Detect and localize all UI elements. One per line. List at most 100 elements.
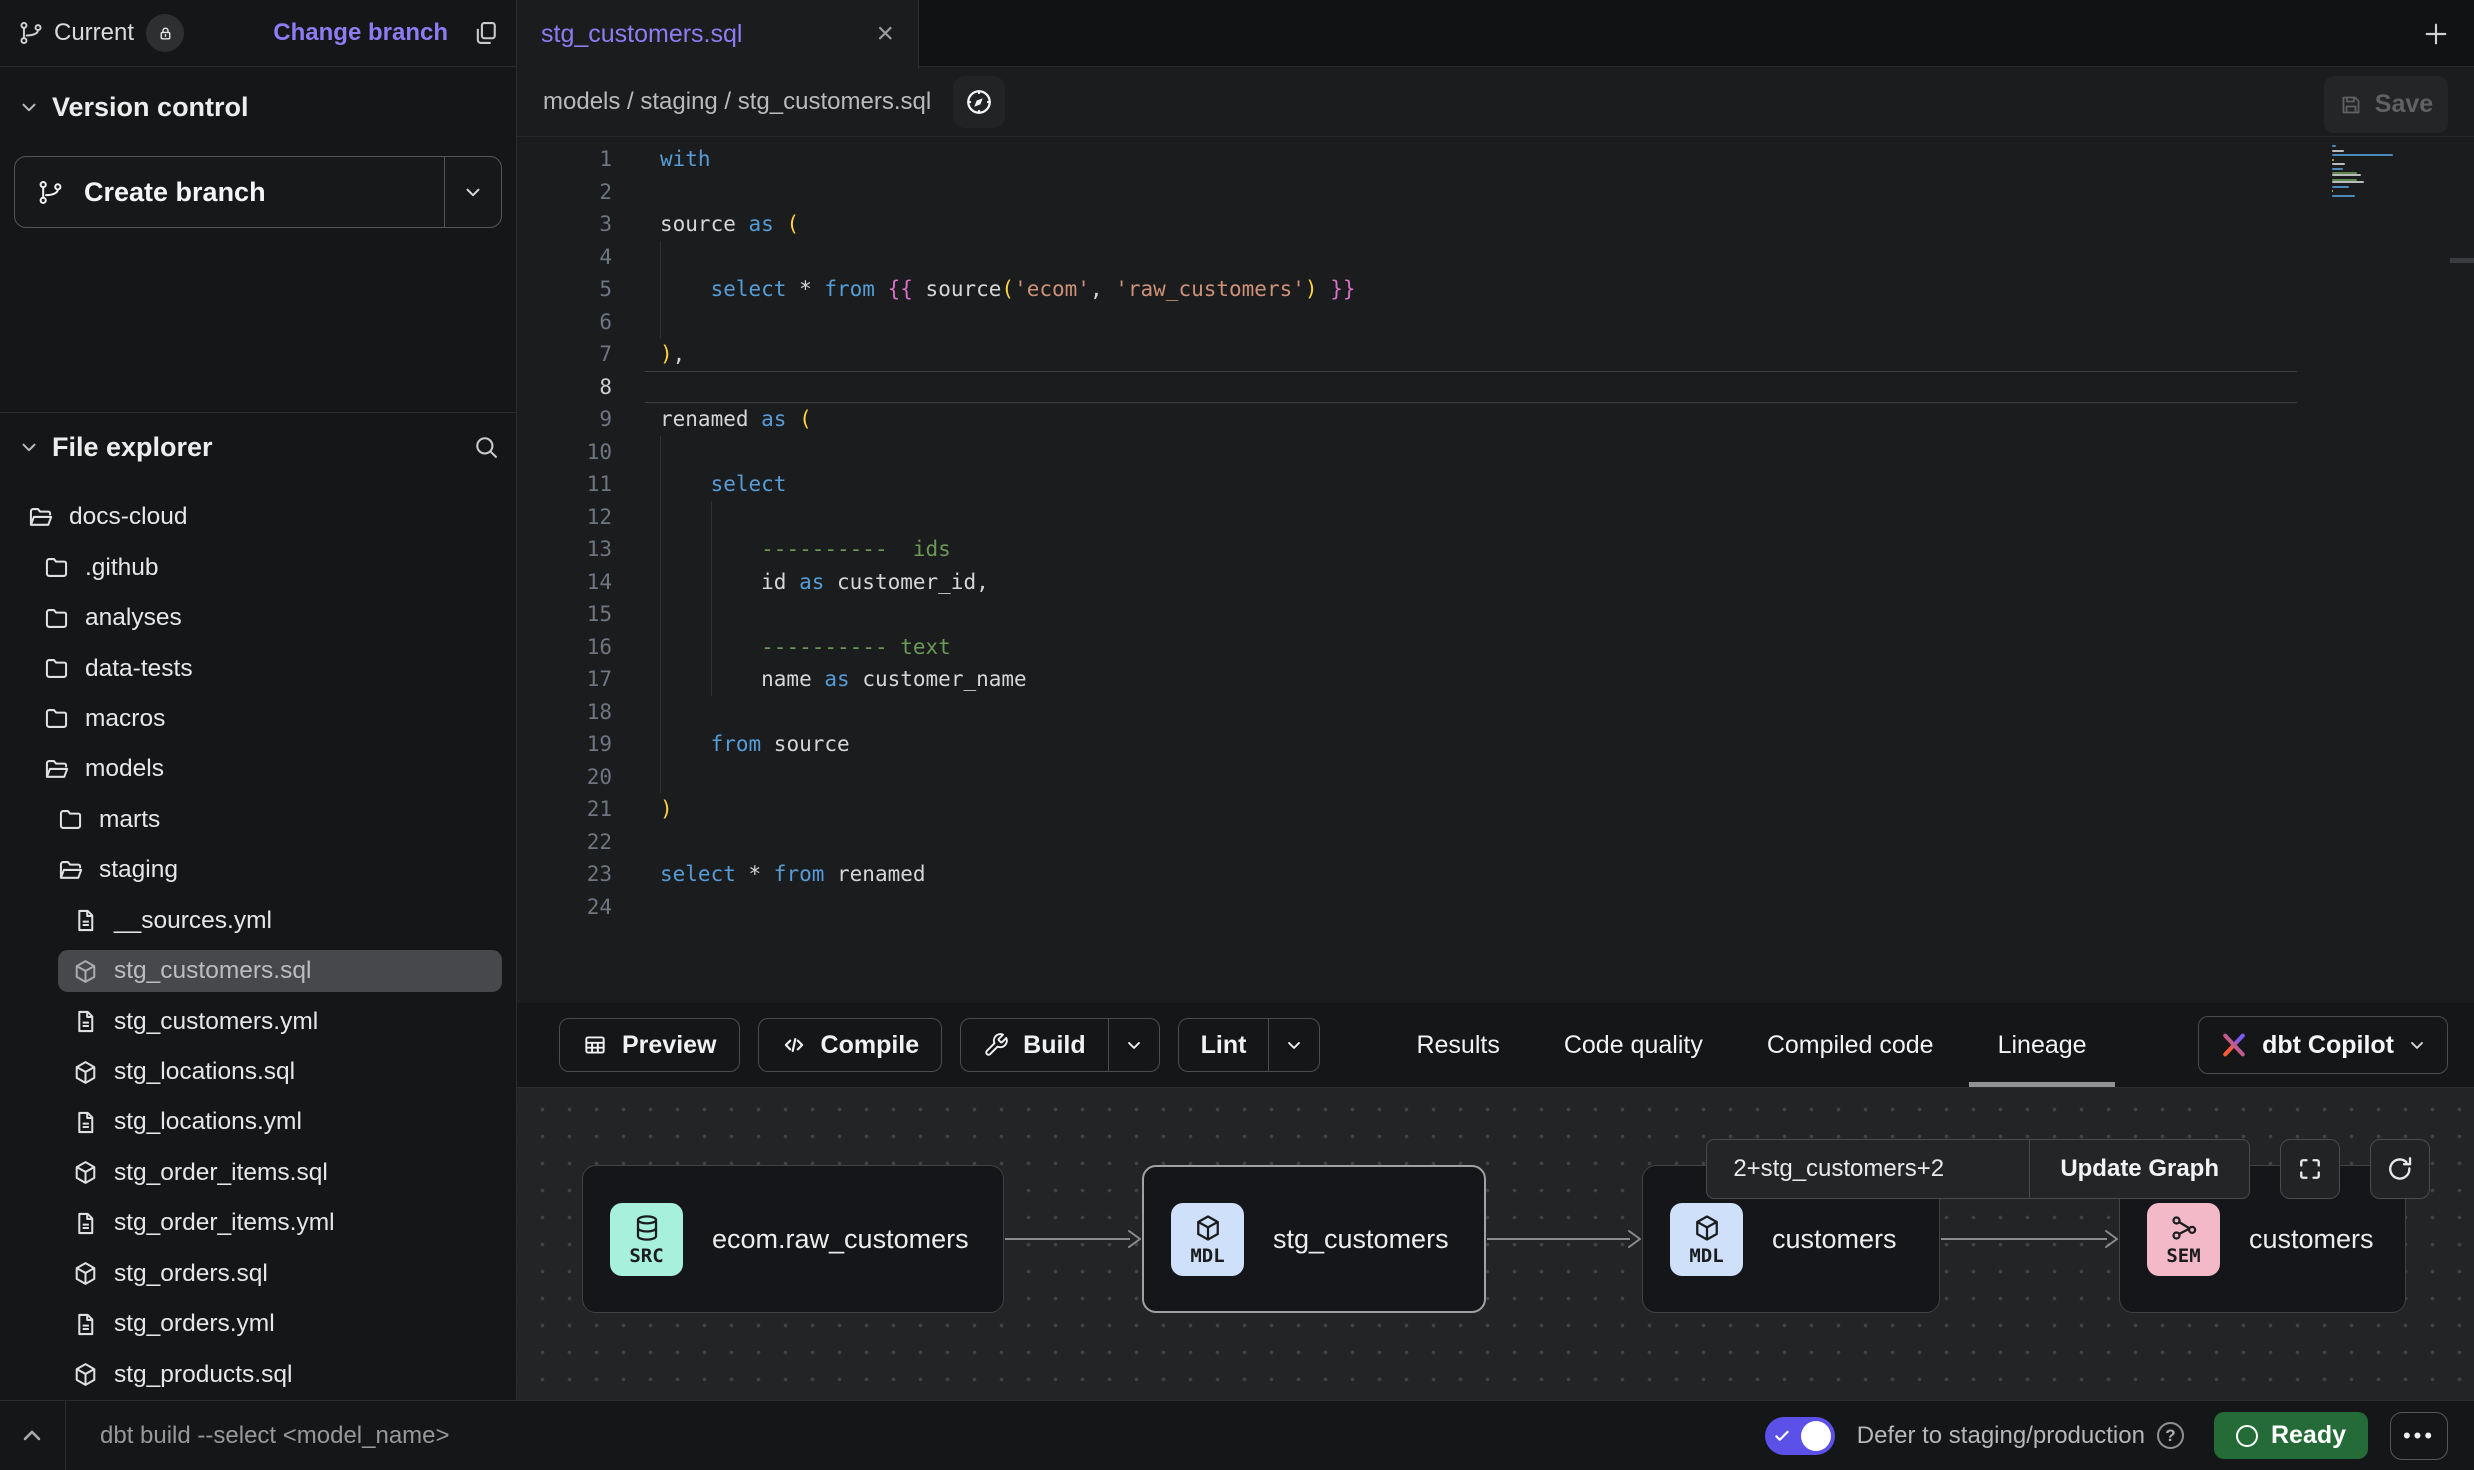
code-line-21[interactable]: 21) — [517, 793, 2474, 826]
refresh-button[interactable] — [2370, 1139, 2430, 1199]
copilot-compass-button[interactable] — [953, 76, 1005, 128]
code-line-12[interactable]: 12 — [517, 501, 2474, 534]
node-label: ecom.raw_customers — [712, 1224, 999, 1255]
code-line-24[interactable]: 24 — [517, 891, 2474, 924]
folder-open-icon — [27, 504, 54, 531]
tree-item-stg-customers-yml[interactable]: stg_customers.yml — [0, 996, 516, 1046]
create-branch-button[interactable]: Create branch — [14, 156, 502, 228]
tree-item-stg-products-sql[interactable]: stg_products.sql — [0, 1349, 516, 1399]
tree-item--sources-yml[interactable]: __sources.yml — [0, 896, 516, 946]
line-number: 5 — [517, 277, 612, 301]
code-line-10[interactable]: 10 — [517, 436, 2474, 469]
tree-item-stg-order-items-yml[interactable]: stg_order_items.yml — [0, 1198, 516, 1248]
tree-item-label: .github — [85, 554, 159, 582]
close-icon[interactable]: × — [876, 19, 894, 49]
cube-icon — [72, 1159, 99, 1186]
code-line-18[interactable]: 18 — [517, 696, 2474, 729]
code-line-14[interactable]: 14 id as customer_id, — [517, 566, 2474, 599]
code-line-4[interactable]: 4 — [517, 241, 2474, 274]
tree-item-macros[interactable]: macros — [0, 694, 516, 744]
file-explorer-header[interactable]: File explorer — [0, 420, 516, 474]
line-number: 8 — [517, 375, 612, 399]
code-line-1[interactable]: 1with — [517, 143, 2474, 176]
tree-item-stg-locations-sql[interactable]: stg_locations.sql — [0, 1047, 516, 1097]
tab-results[interactable]: Results — [1416, 1003, 1499, 1087]
code-line-17[interactable]: 17 name as customer_name — [517, 663, 2474, 696]
build-dropdown[interactable] — [1109, 1019, 1159, 1071]
code-line-16[interactable]: 16 ---------- text — [517, 631, 2474, 664]
tree-item-stg-order-items-sql[interactable]: stg_order_items.sql — [0, 1148, 516, 1198]
copy-icon[interactable] — [472, 19, 500, 47]
build-button[interactable]: Build — [960, 1018, 1160, 1072]
fullscreen-icon — [2296, 1155, 2324, 1183]
lineage-filter-input[interactable]: 2+stg_customers+2 — [1707, 1155, 2029, 1183]
tree-item-stg-customers-sql[interactable]: stg_customers.sql — [0, 946, 516, 996]
line-number: 11 — [517, 472, 612, 496]
tree-item-stg-locations-yml[interactable]: stg_locations.yml — [0, 1097, 516, 1147]
ready-status-button[interactable]: Ready — [2214, 1412, 2368, 1459]
code-icon — [781, 1032, 807, 1058]
tab-compiled-code[interactable]: Compiled code — [1767, 1003, 1934, 1087]
tree-item-staging[interactable]: staging — [0, 845, 516, 895]
preview-button[interactable]: Preview — [559, 1018, 740, 1072]
main-panel: stg_customers.sql × models / staging / s… — [517, 0, 2474, 1400]
tab-code-quality[interactable]: Code quality — [1564, 1003, 1703, 1087]
code-line-9[interactable]: 9renamed as ( — [517, 403, 2474, 436]
code-line-8[interactable]: 8 — [517, 371, 2474, 404]
lineage-node-stg-customers[interactable]: MDLstg_customers — [1142, 1165, 1486, 1313]
code-line-22[interactable]: 22 — [517, 826, 2474, 859]
defer-toggle[interactable] — [1765, 1417, 1835, 1455]
code-line-2[interactable]: 2 — [517, 176, 2474, 209]
change-branch-link[interactable]: Change branch — [273, 19, 448, 47]
code-line-7[interactable]: 7), — [517, 338, 2474, 371]
cube-icon — [72, 958, 99, 985]
code-line-11[interactable]: 11 select — [517, 468, 2474, 501]
tree-item--github[interactable]: .github — [0, 542, 516, 592]
code-line-19[interactable]: 19 from source — [517, 728, 2474, 761]
save-button[interactable]: Save — [2324, 76, 2448, 133]
update-graph-button[interactable]: Update Graph — [2030, 1155, 2249, 1183]
minimap[interactable] — [2332, 145, 2450, 199]
tree-item-stg-orders-yml[interactable]: stg_orders.yml — [0, 1299, 516, 1349]
line-number: 7 — [517, 342, 612, 366]
folder-icon — [43, 705, 70, 732]
search-icon[interactable] — [472, 433, 500, 461]
fullscreen-button[interactable] — [2280, 1139, 2340, 1199]
tree-item-stg-orders-sql[interactable]: stg_orders.sql — [0, 1249, 516, 1299]
code-line-6[interactable]: 6 — [517, 306, 2474, 339]
lineage-panel[interactable]: SRCecom.raw_customersMDLstg_customersMDL… — [517, 1088, 2474, 1400]
create-branch-dropdown[interactable] — [445, 157, 501, 227]
code-text: name as customer_name — [660, 667, 1027, 691]
code-line-15[interactable]: 15 — [517, 598, 2474, 631]
tab-stg-customers[interactable]: stg_customers.sql × — [517, 0, 919, 68]
new-tab-button[interactable] — [2420, 18, 2452, 50]
chevron-up-icon[interactable] — [18, 1422, 46, 1450]
tree-item-docs-cloud[interactable]: docs-cloud — [0, 492, 516, 542]
lint-button[interactable]: Lint — [1178, 1018, 1321, 1072]
code-line-20[interactable]: 20 — [517, 761, 2474, 794]
more-menu-button[interactable]: ••• — [2390, 1412, 2448, 1460]
version-control-header[interactable]: Version control — [0, 80, 516, 134]
compile-button[interactable]: Compile — [758, 1018, 943, 1072]
breadcrumb: models / staging / stg_customers.sql — [543, 88, 931, 116]
cube-icon — [1692, 1213, 1722, 1243]
line-number: 12 — [517, 505, 612, 529]
scrollbar-cursor-marker[interactable] — [2450, 258, 2474, 263]
dbt-copilot-button[interactable]: dbt Copilot — [2198, 1016, 2448, 1074]
code-line-5[interactable]: 5 select * from {{ source('ecom', 'raw_c… — [517, 273, 2474, 306]
tab-lineage[interactable]: Lineage — [1998, 1003, 2087, 1087]
lint-dropdown[interactable] — [1269, 1019, 1319, 1071]
help-icon[interactable]: ? — [2157, 1422, 2184, 1449]
tree-item-analyses[interactable]: analyses — [0, 593, 516, 643]
save-icon — [2339, 93, 2363, 117]
code-line-13[interactable]: 13 ---------- ids — [517, 533, 2474, 566]
folder-icon — [43, 655, 70, 682]
code-editor[interactable]: 1with23source as (45 select * from {{ so… — [517, 137, 2474, 1003]
tree-item-marts[interactable]: marts — [0, 795, 516, 845]
command-input[interactable]: dbt build --select <model_name> — [100, 1422, 450, 1450]
lineage-node-ecom-raw-customers[interactable]: SRCecom.raw_customers — [582, 1165, 1004, 1313]
code-line-23[interactable]: 23select * from renamed — [517, 858, 2474, 891]
code-line-3[interactable]: 3source as ( — [517, 208, 2474, 241]
tree-item-models[interactable]: models — [0, 744, 516, 794]
tree-item-data-tests[interactable]: data-tests — [0, 643, 516, 693]
